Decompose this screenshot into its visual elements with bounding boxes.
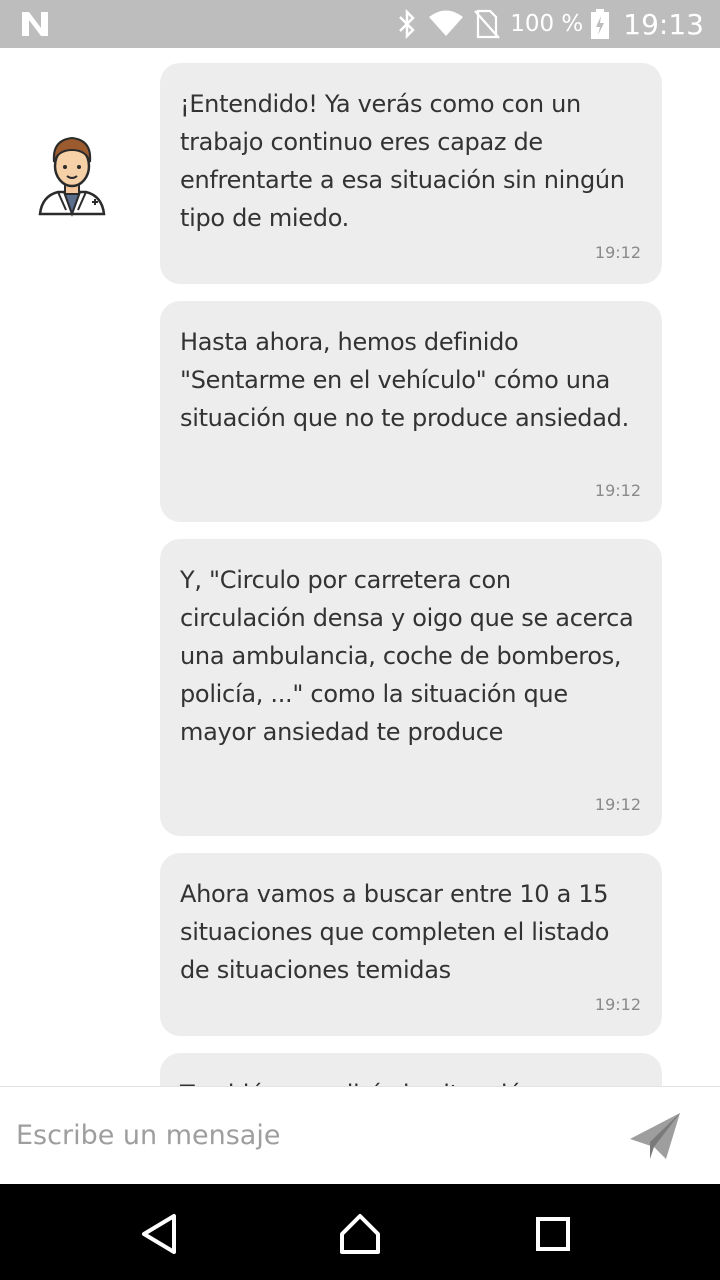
doctor-avatar-icon	[38, 136, 106, 217]
home-icon[interactable]	[338, 1212, 382, 1256]
message-bubble: También, me dirás la situación	[160, 1053, 662, 1087]
message-bubble: Y, "Circulo por carretera con circulació…	[160, 539, 662, 836]
battery-percent: 100 %	[510, 11, 584, 37]
message-bubble: ¡Entendido! Ya verás como con un trabajo…	[160, 63, 662, 284]
message-text: Ahora vamos a buscar entre 10 a 15 situa…	[180, 880, 610, 984]
notification-n-icon	[22, 12, 48, 36]
message-time: 19:12	[594, 243, 641, 262]
message-input[interactable]	[16, 1113, 596, 1157]
recents-icon[interactable]	[531, 1212, 575, 1256]
message-composer	[0, 1087, 720, 1184]
message-time: 19:12	[594, 995, 641, 1014]
wifi-icon	[429, 10, 464, 36]
send-icon[interactable]	[626, 1109, 684, 1163]
status-clock: 19:13	[623, 7, 704, 41]
back-icon[interactable]	[138, 1212, 182, 1256]
message-bubble: Ahora vamos a buscar entre 10 a 15 situa…	[160, 853, 662, 1036]
no-sim-icon	[474, 9, 501, 39]
message-text: Y, "Circulo por carretera con circulació…	[180, 566, 634, 746]
message-text: ¡Entendido! Ya verás como con un trabajo…	[180, 90, 625, 232]
message-bubble: Hasta ahora, hemos definido "Sentarme en…	[160, 301, 662, 522]
chat-messages[interactable]: ¡Entendido! Ya verás como con un trabajo…	[0, 48, 720, 1087]
status-bar: 100 % 19:13	[0, 0, 720, 48]
message-text: Hasta ahora, hemos definido "Sentarme en…	[180, 328, 629, 432]
status-icons: 100 % 19:13	[396, 0, 704, 48]
message-time: 19:12	[594, 481, 641, 500]
message-time: 19:12	[594, 795, 641, 814]
battery-charging-icon	[591, 9, 610, 39]
system-nav-bar	[0, 1184, 720, 1280]
bluetooth-icon	[399, 9, 415, 39]
